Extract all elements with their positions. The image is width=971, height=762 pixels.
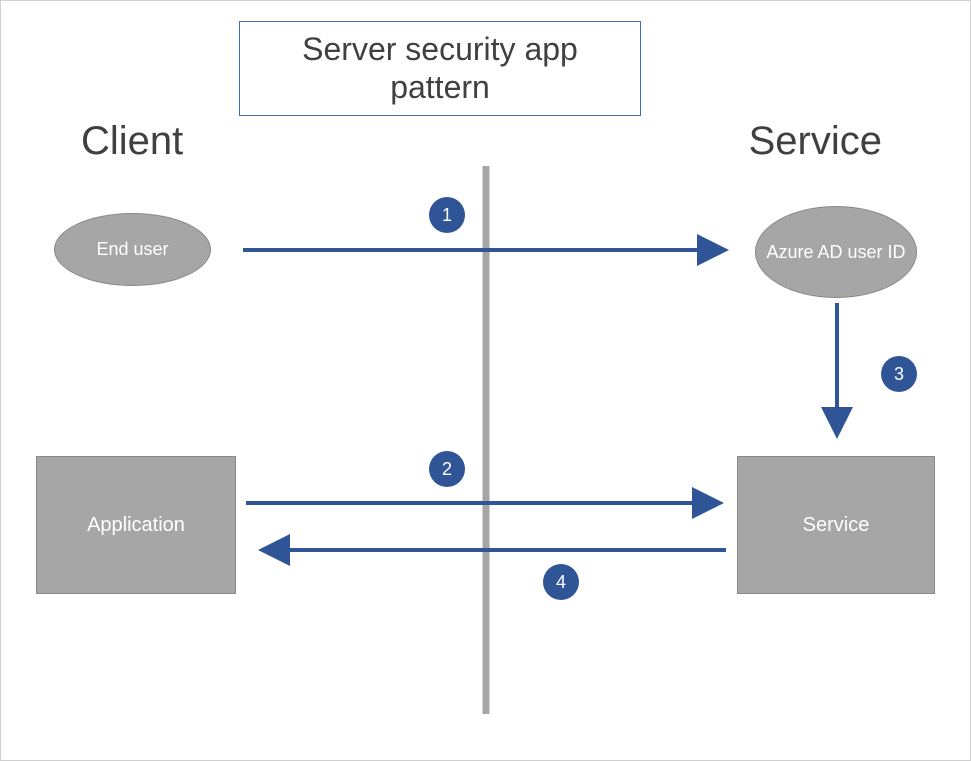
- node-application: Application: [36, 456, 236, 594]
- step-circle-3: 3: [881, 356, 917, 392]
- diagram-canvas: Server security app pattern Client Servi…: [0, 0, 971, 761]
- section-heading-client-text: Client: [81, 119, 183, 163]
- step-circle-2: 2: [429, 451, 465, 487]
- node-application-label: Application: [87, 514, 185, 537]
- diagram-title: Server security app pattern: [239, 21, 641, 116]
- step-label-1: 1: [442, 205, 452, 226]
- step-circle-1: 1: [429, 197, 465, 233]
- node-service: Service: [737, 456, 935, 594]
- section-heading-service-text: Service: [749, 119, 882, 163]
- section-heading-service: Service: [749, 121, 882, 161]
- diagram-title-text: Server security app pattern: [302, 31, 578, 105]
- node-azure-ad-user-id-label: Azure AD user ID: [766, 241, 905, 264]
- step-label-2: 2: [442, 459, 452, 480]
- node-end-user-label: End user: [96, 238, 168, 261]
- step-circle-4: 4: [543, 564, 579, 600]
- section-heading-client: Client: [81, 121, 183, 161]
- node-azure-ad-user-id: Azure AD user ID: [755, 206, 917, 298]
- step-label-3: 3: [894, 364, 904, 385]
- node-service-label: Service: [803, 514, 870, 537]
- node-end-user: End user: [54, 213, 211, 286]
